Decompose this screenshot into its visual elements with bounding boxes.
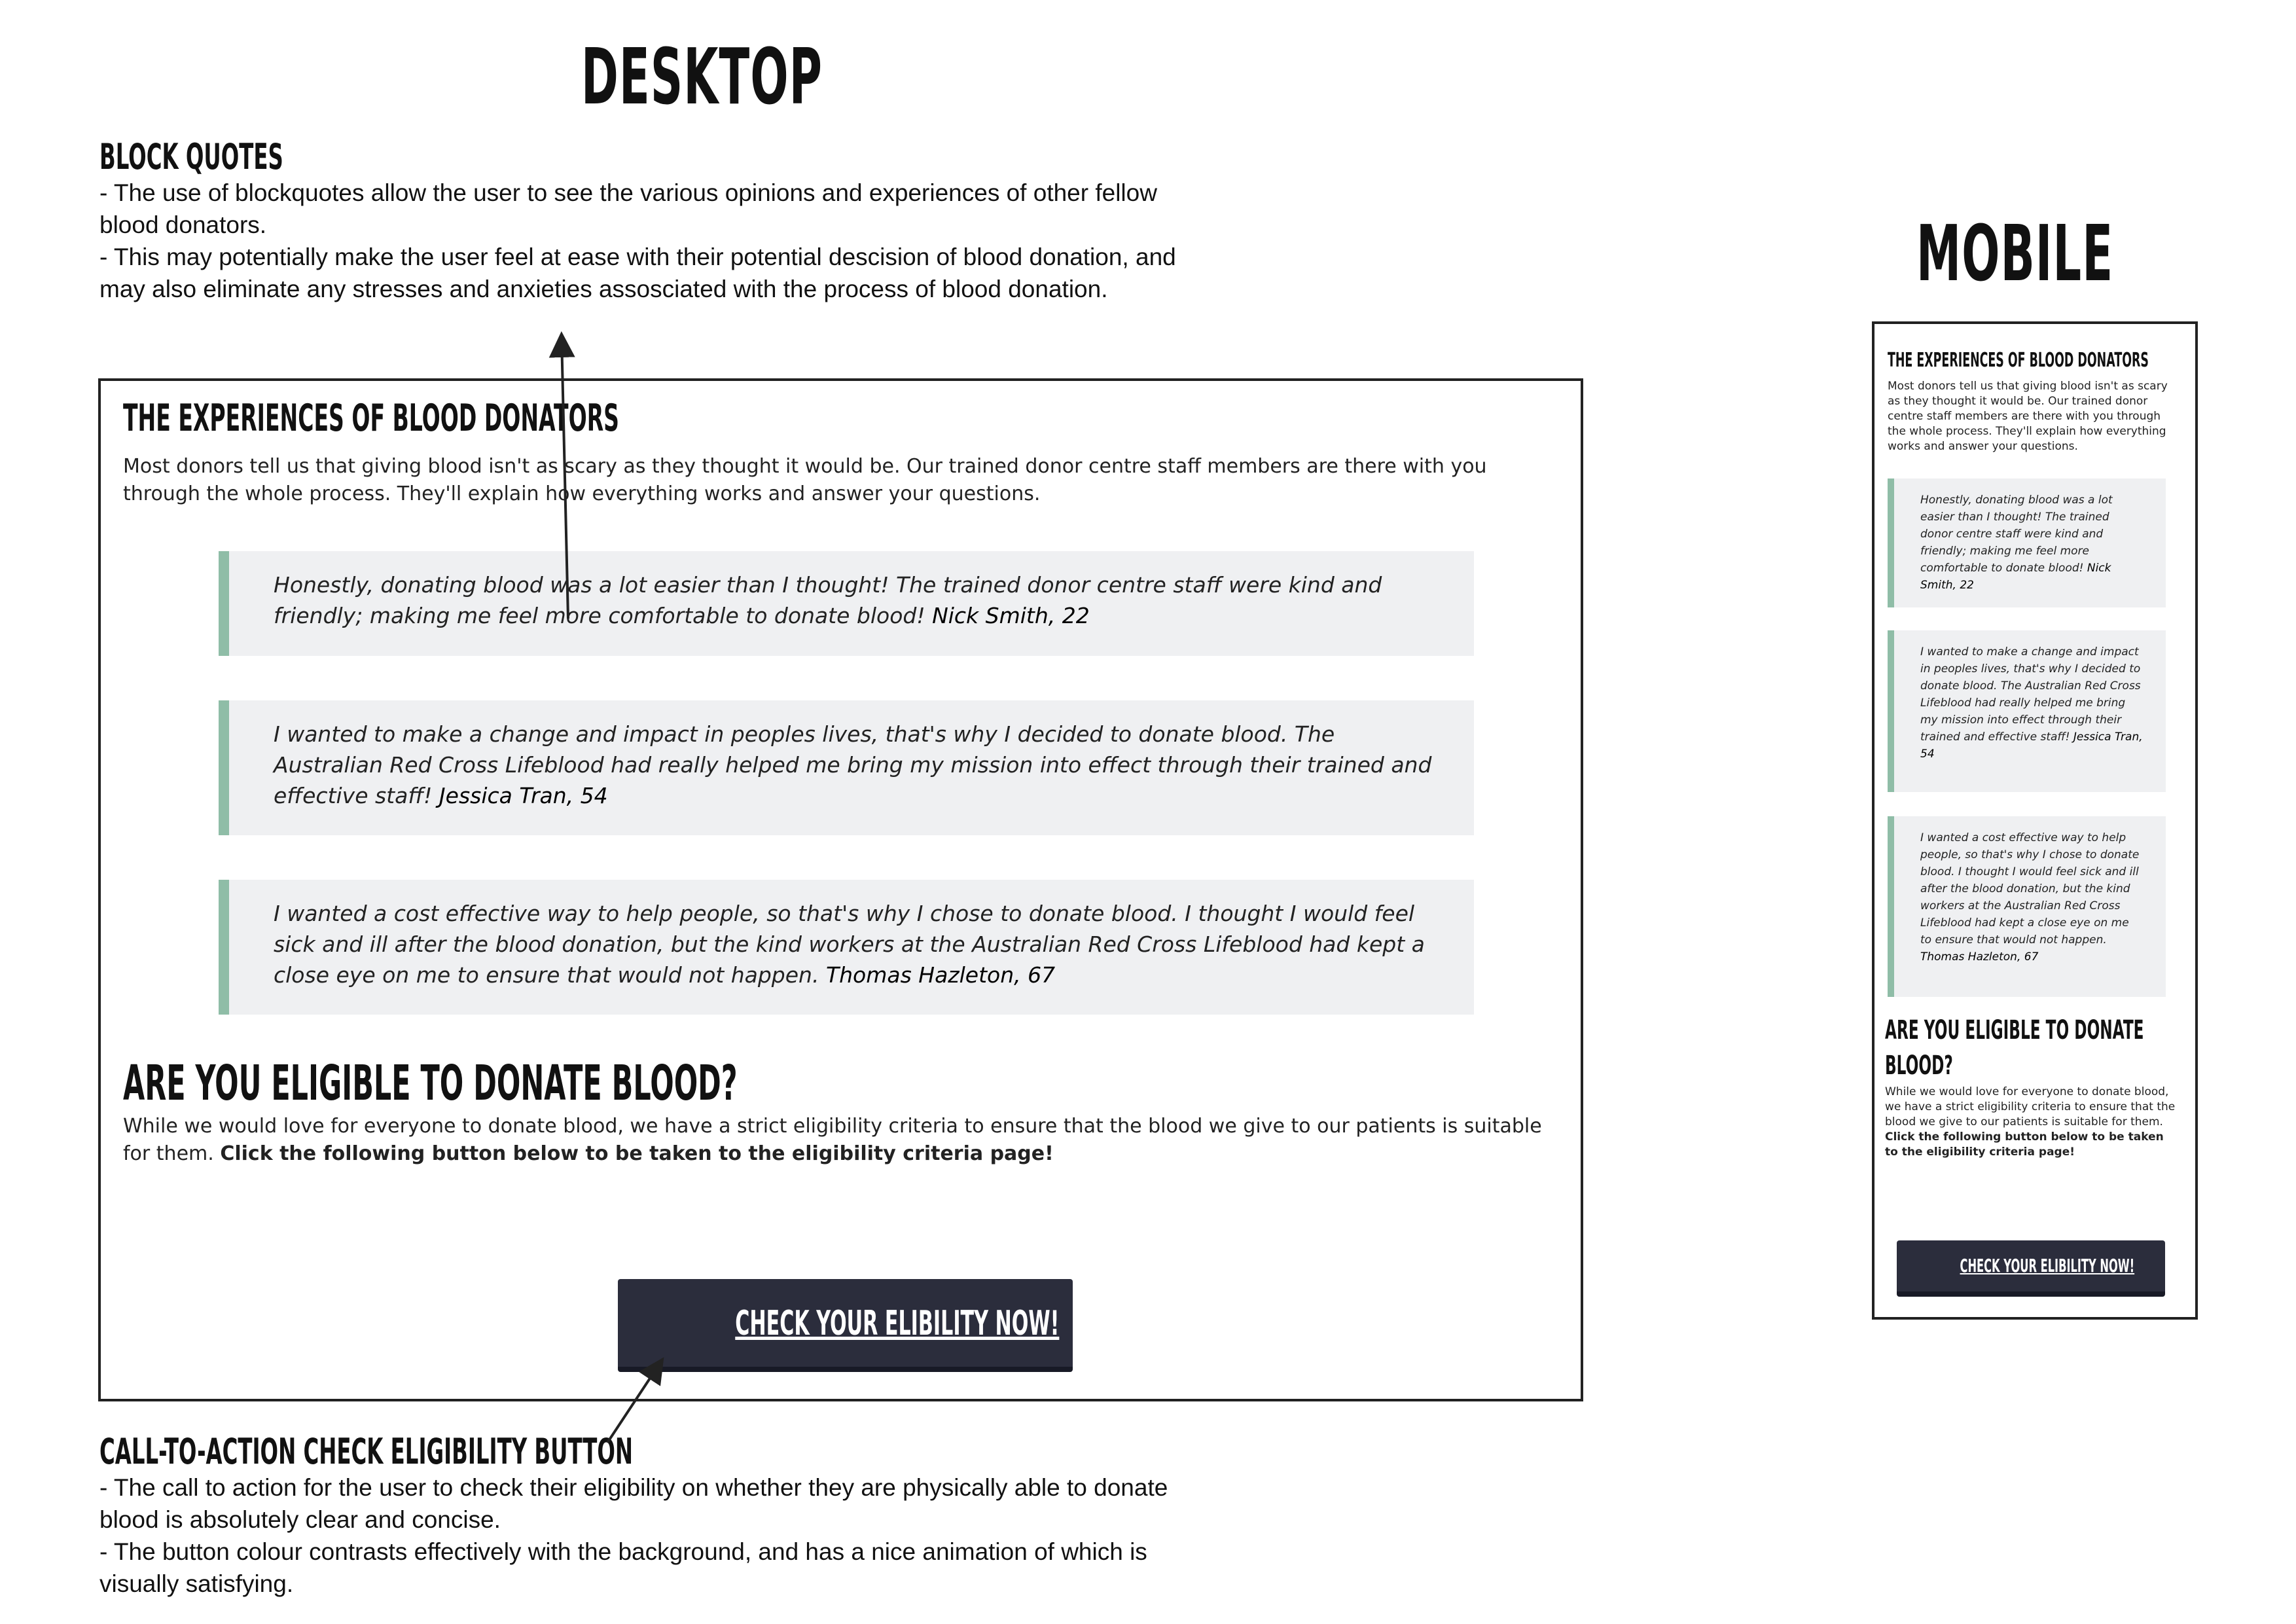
blockquotes-arrow xyxy=(548,331,575,619)
annotation-arrows xyxy=(548,331,664,1444)
cta-arrow xyxy=(606,1357,664,1444)
